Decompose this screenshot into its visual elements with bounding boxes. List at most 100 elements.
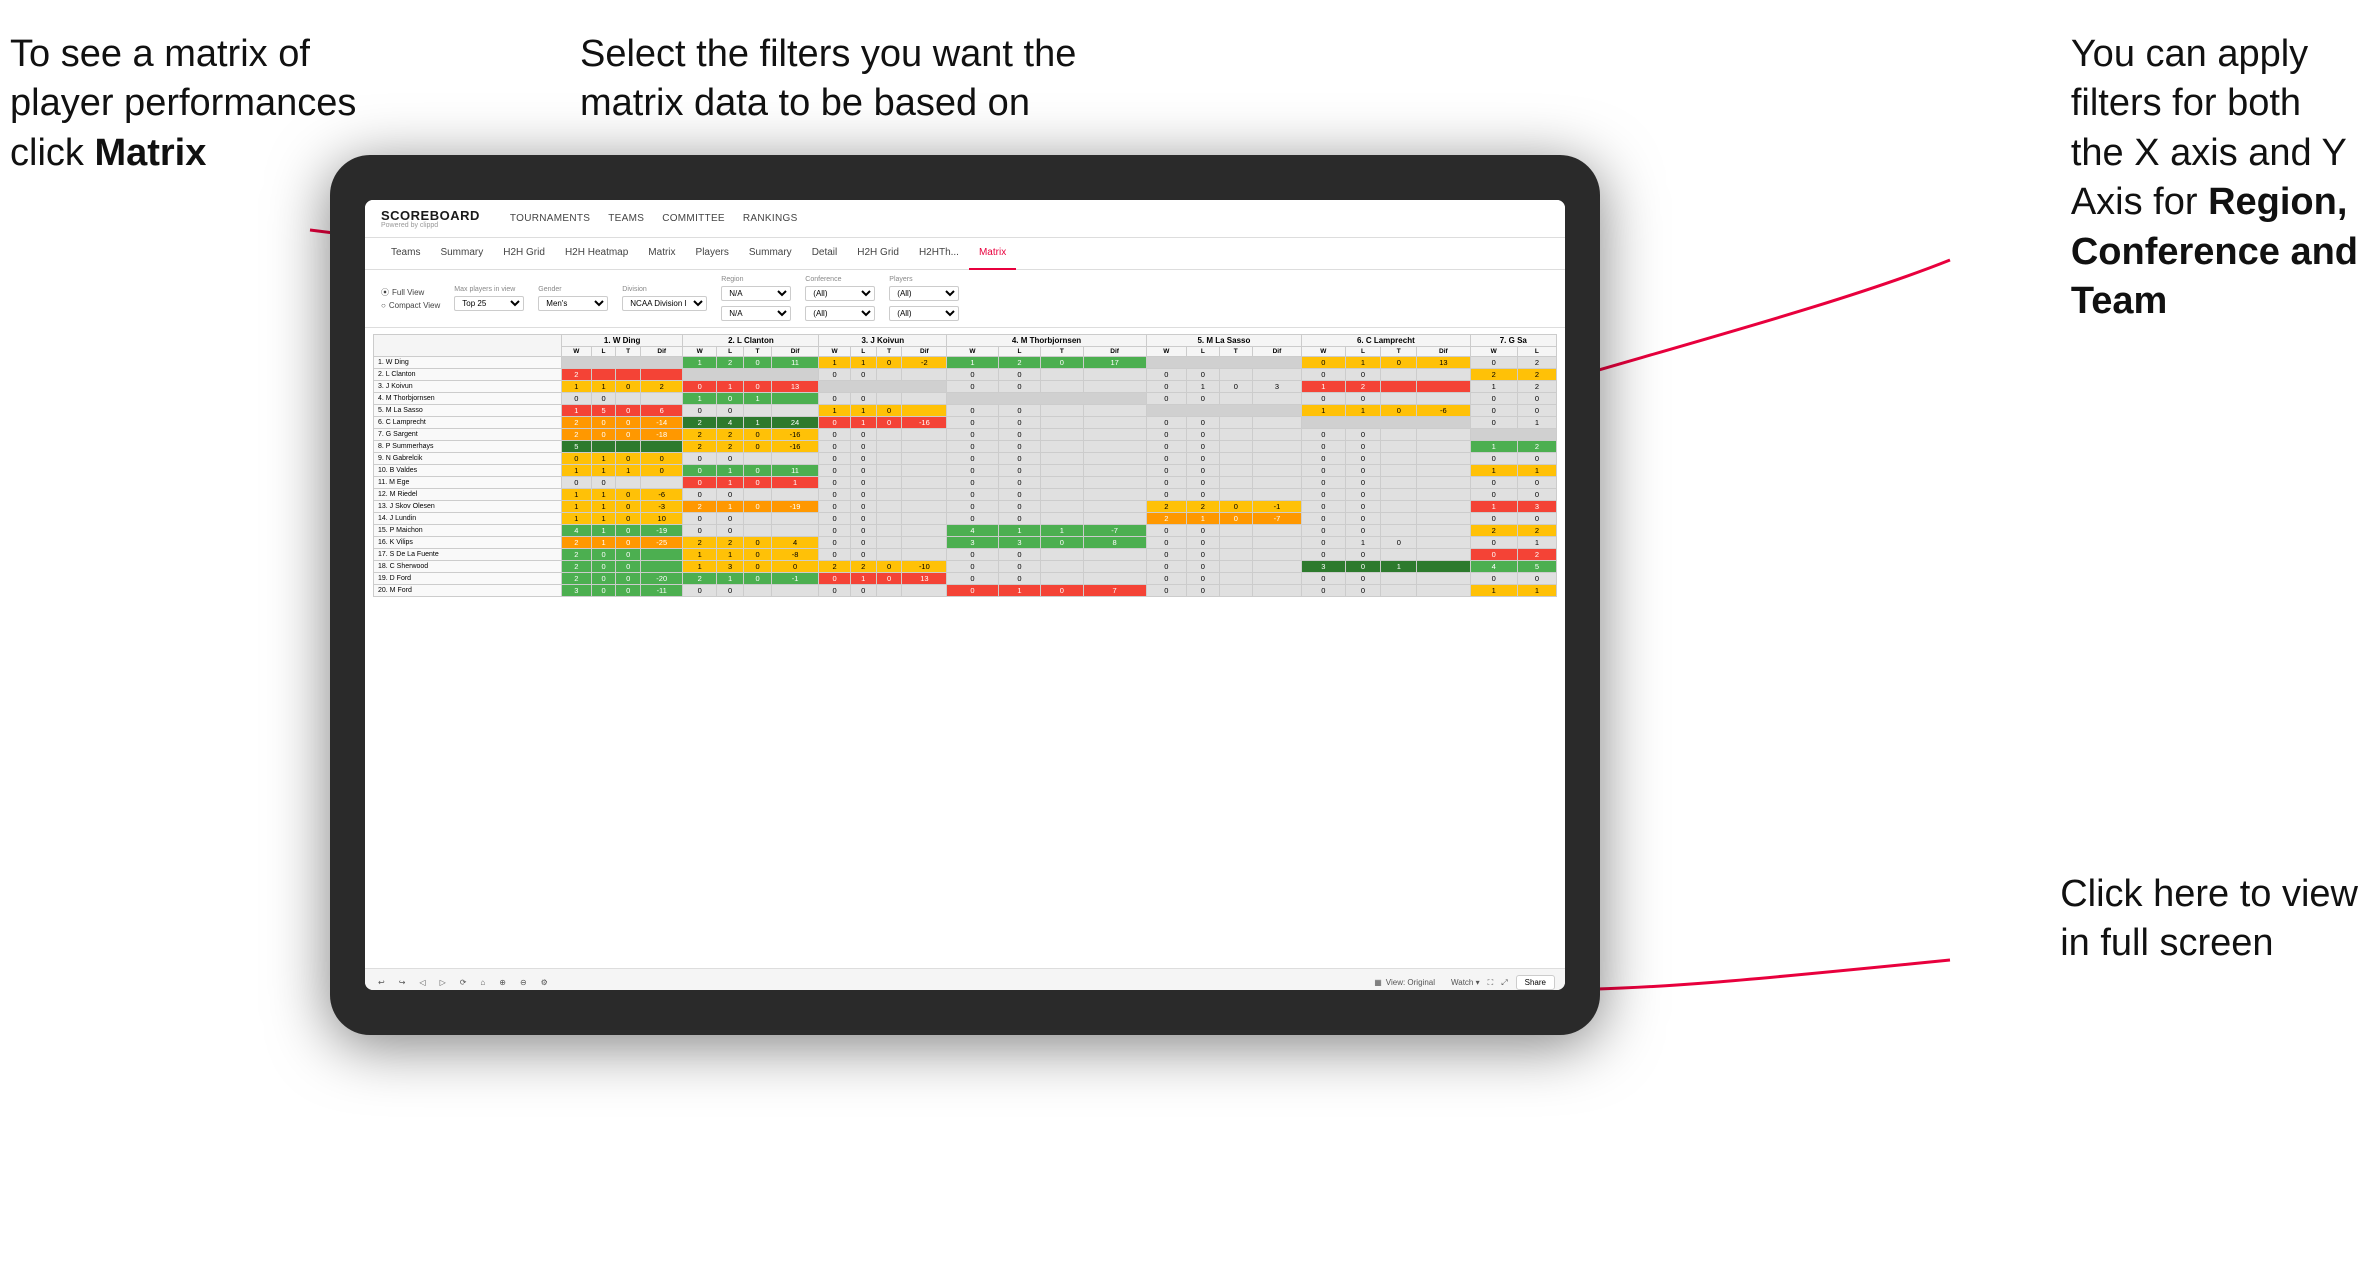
wins-cell: 2 (561, 549, 591, 561)
wins-cell: 0 (1302, 585, 1345, 597)
col-header-1: 1. W Ding (561, 335, 683, 347)
watch-btn[interactable]: Watch ▾ (1451, 978, 1480, 987)
diff-cell (1417, 429, 1470, 441)
max-players-select[interactable]: Top 25 (454, 296, 524, 311)
subnav-h2h-grid[interactable]: H2H Grid (493, 238, 555, 270)
wins-cell: 0 (1302, 453, 1345, 465)
col-header-4: 4. M Thorbjornsen (947, 335, 1146, 347)
player-name-cell: 12. M Riedel (374, 489, 562, 501)
zoom-out-btn[interactable]: ⊖ (517, 977, 530, 988)
losses-cell: 0 (1186, 549, 1219, 561)
region-select2[interactable]: N/A (721, 306, 791, 321)
losses-cell: 0 (1517, 489, 1556, 501)
wins-cell: 0 (1146, 417, 1186, 429)
losses-cell: 2 (1345, 381, 1381, 393)
subnav-h2h-grid2[interactable]: H2H Grid (847, 238, 909, 270)
share-button[interactable]: Share (1516, 975, 1555, 990)
gender-select[interactable]: Men's (538, 296, 608, 311)
losses-cell: 1 (591, 501, 616, 513)
ties-cell (1219, 477, 1252, 489)
wins-cell: 0 (561, 477, 591, 489)
forward-btn[interactable]: ▷ (437, 977, 449, 988)
losses-cell: 0 (1186, 369, 1219, 381)
losses-cell: 0 (591, 561, 616, 573)
diff-cell (771, 489, 819, 501)
division-select[interactable]: NCAA Division I (622, 296, 707, 311)
full-view-radio[interactable]: ⦿ Full View (381, 287, 440, 298)
wins-cell: 1 (561, 381, 591, 393)
zoom-in-btn[interactable]: ⊕ (496, 977, 509, 988)
conference-select[interactable]: (All) (805, 286, 875, 301)
wins-cell: 0 (1302, 477, 1345, 489)
table-row: 3. J Koivun1102010130001031212 (374, 381, 1557, 393)
subnav-detail[interactable]: Detail (802, 238, 848, 270)
ties-cell (1219, 465, 1252, 477)
undo-btn[interactable]: ↩ (375, 977, 388, 988)
table-row: 20. M Ford300-1100000107000011 (374, 585, 1557, 597)
fullscreen-btn[interactable]: ⛶ (1488, 978, 1494, 988)
losses-cell: 1 (850, 417, 876, 429)
wins-cell: 0 (683, 513, 716, 525)
refresh-btn[interactable]: ⟳ (457, 977, 470, 988)
subnav-players[interactable]: Players (686, 238, 739, 270)
back-btn[interactable]: ◁ (416, 977, 428, 988)
players-select[interactable]: (All) (889, 286, 959, 301)
nav-tournaments[interactable]: TOURNAMENTS (510, 213, 590, 224)
losses-cell: 1 (1517, 465, 1556, 477)
subnav-summary2[interactable]: Summary (739, 238, 802, 270)
region-select[interactable]: N/A (721, 286, 791, 301)
diff-cell (902, 453, 947, 465)
players-select2[interactable]: (All) (889, 306, 959, 321)
diff-cell (1083, 573, 1146, 585)
conference-select2[interactable]: (All) (805, 306, 875, 321)
player-name-cell: 13. J Skov Olesen (374, 501, 562, 513)
diagonal-cell (1146, 405, 1301, 417)
losses-cell: 0 (591, 549, 616, 561)
losses-cell: 2 (1517, 357, 1556, 369)
ties-cell (1381, 477, 1417, 489)
ties-cell (1041, 489, 1083, 501)
subnav-teams[interactable]: Teams (381, 238, 430, 270)
redo-btn[interactable]: ↪ (396, 977, 409, 988)
diagonal-cell (683, 369, 819, 381)
ties-cell (1219, 393, 1252, 405)
subnav-matrix[interactable]: Matrix (638, 238, 685, 270)
nav-rankings[interactable]: RANKINGS (743, 213, 798, 224)
losses-cell: 1 (850, 405, 876, 417)
ties-cell (744, 453, 771, 465)
losses-cell: 3 (716, 561, 743, 573)
compact-view-radio[interactable]: ○ Compact View (381, 301, 440, 310)
subnav-h2h-heatmap[interactable]: H2H Heatmap (555, 238, 638, 270)
diff-cell (1083, 477, 1146, 489)
col-header-7: 7. G Sa (1470, 335, 1556, 347)
player-name-cell: 10. B Valdes (374, 465, 562, 477)
wins-cell: 1 (561, 405, 591, 417)
losses-cell: 0 (998, 417, 1040, 429)
app-logo: SCOREBOARD Powered by clippd (381, 209, 480, 229)
ties-cell (876, 501, 902, 513)
diff-cell: -7 (1252, 513, 1301, 525)
diff-cell: 2 (640, 381, 683, 393)
diff-cell (640, 549, 683, 561)
losses-cell: 0 (716, 585, 743, 597)
subnav-h2hth[interactable]: H2HTh... (909, 238, 969, 270)
subnav-summary[interactable]: Summary (430, 238, 493, 270)
subnav-matrix-active[interactable]: Matrix (969, 238, 1016, 270)
diff-cell (1417, 537, 1470, 549)
nav-committee[interactable]: COMMITTEE (662, 213, 725, 224)
home-btn[interactable]: ⌂ (477, 977, 488, 988)
view-label: View: Original (1386, 978, 1435, 987)
ties-cell: 0 (876, 417, 902, 429)
wins-cell: 2 (561, 369, 591, 381)
ties-cell: 0 (1219, 381, 1252, 393)
losses-cell: 1 (591, 453, 616, 465)
wins-cell: 2 (561, 417, 591, 429)
diff-cell: -19 (771, 501, 819, 513)
expand-btn[interactable]: ⤢ (1501, 978, 1507, 988)
diff-cell (1252, 477, 1301, 489)
nav-teams[interactable]: TEAMS (608, 213, 644, 224)
wins-cell: 0 (1470, 357, 1517, 369)
col-header-6: 6. C Lamprecht (1302, 335, 1470, 347)
diff-cell (1083, 465, 1146, 477)
settings-btn[interactable]: ⚙ (538, 977, 551, 988)
